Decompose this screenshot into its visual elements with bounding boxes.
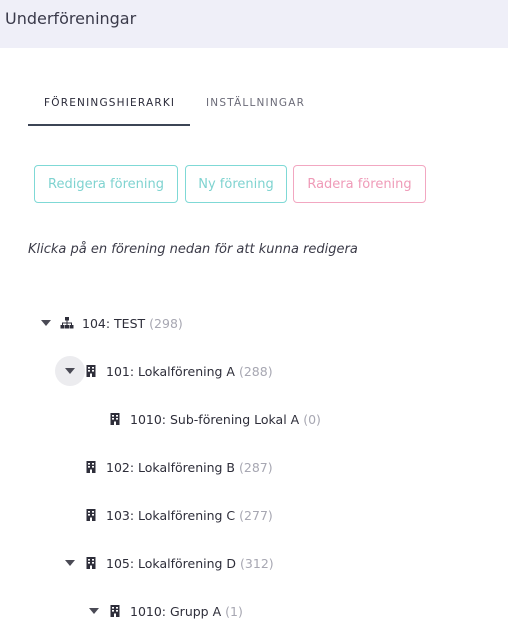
- tree-node-1010-grupp[interactable]: 1010: Grupp A (1): [82, 599, 243, 623]
- member-count: (277): [239, 507, 273, 523]
- delete-association-button[interactable]: Radera förening: [293, 165, 426, 203]
- expand-toggle[interactable]: [82, 599, 106, 623]
- building-icon: [84, 556, 98, 570]
- building-icon: [84, 364, 98, 378]
- tree-node-104[interactable]: 104: TEST (298): [34, 311, 183, 335]
- expand-toggle[interactable]: [34, 311, 58, 335]
- tree-node-label: 1010: Grupp A: [130, 603, 222, 619]
- building-icon: [108, 604, 122, 618]
- expand-toggle[interactable]: [58, 551, 82, 575]
- tree-node-label: 102: Lokalförening B: [106, 459, 235, 475]
- new-association-button[interactable]: Ny förening: [185, 165, 287, 203]
- page-title: Underföreningar: [5, 9, 137, 28]
- caret-down-icon: [65, 368, 75, 374]
- member-count: (288): [238, 363, 273, 379]
- building-icon: [84, 460, 98, 474]
- building-icon: [108, 412, 122, 426]
- building-icon: [84, 508, 98, 522]
- tree-node-label: 104: TEST: [82, 315, 146, 331]
- tab-installningar[interactable]: INSTÄLLNINGAR: [206, 97, 305, 109]
- tree-node-102[interactable]: 102: Lokalförening B (287): [58, 455, 273, 479]
- member-count: (287): [239, 459, 273, 475]
- caret-down-icon: [41, 320, 51, 326]
- expand-toggle[interactable]: [55, 356, 85, 386]
- caret-down-icon: [65, 560, 75, 566]
- tree-node-101[interactable]: 101: Lokalförening A (288): [55, 356, 273, 386]
- member-count: (312): [240, 555, 274, 571]
- tree-node-label: 1010: Sub-förening Lokal A: [130, 411, 300, 427]
- tab-foreningshierarki[interactable]: FÖRENINGSHIERARKI: [44, 97, 175, 109]
- caret-down-icon: [89, 608, 99, 614]
- sitemap-icon: [60, 316, 74, 330]
- page-header: Underföreningar: [0, 0, 508, 48]
- member-count: (0): [303, 411, 321, 427]
- edit-association-button[interactable]: Redigera förening: [34, 165, 178, 203]
- instruction-text: Klicka på en förening nedan för att kunn…: [28, 242, 358, 257]
- member-count: (1): [225, 603, 243, 619]
- tree-node-105[interactable]: 105: Lokalförening D (312): [58, 551, 274, 575]
- tree-node-103[interactable]: 103: Lokalförening C (277): [58, 503, 273, 527]
- tree-node-label: 103: Lokalförening C: [106, 507, 236, 523]
- member-count: (298): [149, 315, 183, 331]
- tree-node-1010-sub[interactable]: 1010: Sub-förening Lokal A (0): [82, 407, 321, 431]
- tree-node-label: 101: Lokalförening A: [106, 363, 235, 379]
- active-tab-indicator: [28, 124, 190, 126]
- tree-node-label: 105: Lokalförening D: [106, 555, 237, 571]
